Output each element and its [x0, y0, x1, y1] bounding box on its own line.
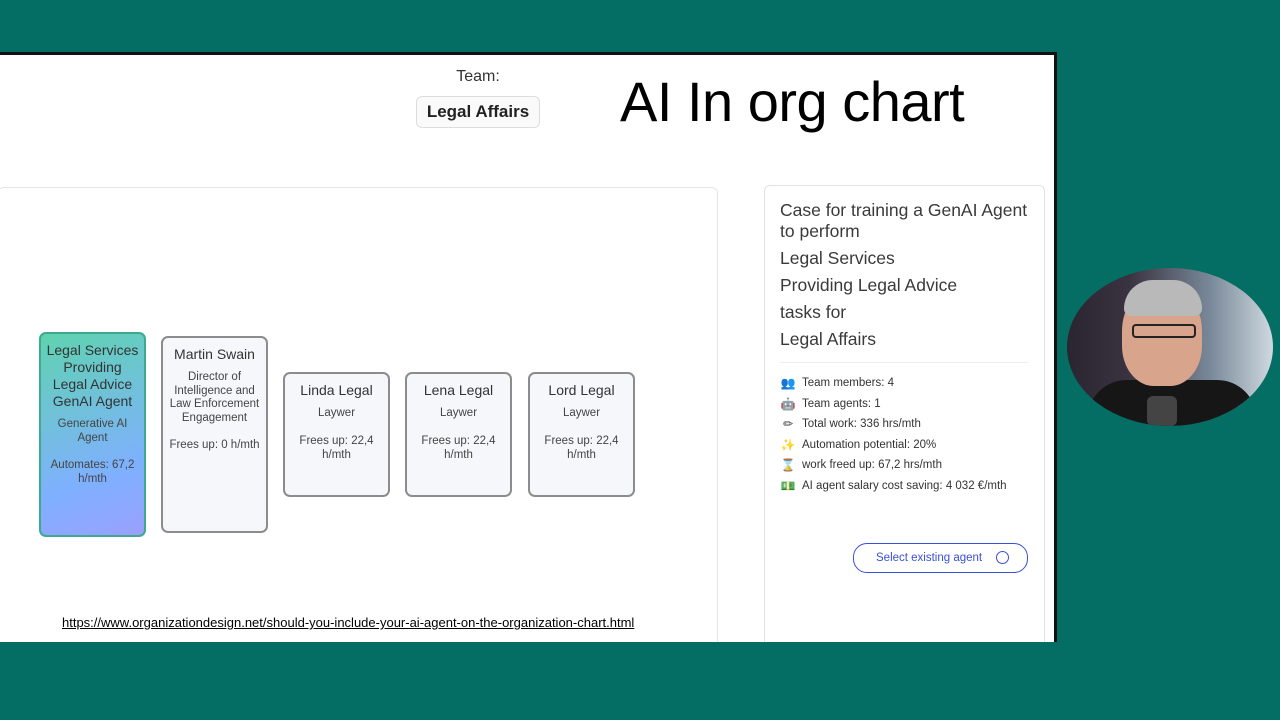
card-name: Legal Services Providing Legal Advice Ge…: [46, 342, 139, 409]
card-role: Director of Intelligence and Law Enforce…: [169, 371, 260, 424]
card-stat: Automates: 67,2 h/mth: [50, 459, 135, 485]
metric-text: Total work: 336 hrs/mth: [802, 418, 921, 431]
brain-icon: [996, 551, 1009, 564]
microphone: [1147, 396, 1177, 426]
team-members-icon: 👥: [780, 376, 796, 391]
metric-team-members: 👥 Team members: 4: [780, 373, 1044, 394]
card-stat: Frees up: 22,4 h/mth: [421, 434, 496, 461]
case-task-line: Providing Legal Advice: [780, 275, 958, 295]
card-stat: Frees up: 0 h/mth: [169, 439, 260, 451]
metric-work-freed: ⌛ work freed up: 67,2 hrs/mth: [780, 455, 1044, 476]
card-name: Linda Legal: [300, 382, 373, 398]
card-stat: Frees up: 22,4 h/mth: [299, 434, 374, 461]
money-icon: 💵: [780, 478, 796, 493]
sparkle-icon: ✨: [780, 437, 796, 452]
metric-automation-potential: ✨ Automation potential: 20%: [780, 435, 1044, 456]
divider: [780, 362, 1028, 363]
card-role: Laywer: [317, 407, 356, 419]
card-role: Laywer: [439, 407, 478, 419]
metric-total-work: ✏ Total work: 336 hrs/mth: [780, 414, 1044, 435]
agent-case-panel: Case for training a GenAI Agent to perfo…: [764, 185, 1045, 642]
org-card-genai-agent[interactable]: Legal Services Providing Legal Advice Ge…: [39, 332, 146, 537]
team-selector[interactable]: Legal Affairs: [416, 96, 540, 128]
metric-text: work freed up: 67,2 hrs/mth: [802, 459, 942, 472]
metric-text: Team agents: 1: [802, 397, 881, 410]
pencil-icon: ✏: [782, 417, 794, 432]
card-name: Lord Legal: [548, 382, 615, 398]
case-task-line: Legal Services: [780, 248, 895, 268]
case-team-line: Legal Affairs: [780, 329, 876, 349]
card-stat: Frees up: 22,4 h/mth: [544, 434, 619, 461]
presentation-slide: Team: Legal Affairs AI In org chart Lega…: [0, 52, 1057, 642]
presenter-webcam: [1067, 268, 1273, 426]
org-card-martin-swain[interactable]: Martin Swain Director of Intelligence an…: [161, 336, 268, 533]
case-task-line: tasks for: [780, 302, 847, 322]
select-existing-agent-button[interactable]: Select existing agent: [853, 543, 1028, 573]
presenter-glasses: [1132, 324, 1196, 338]
case-heading: Case for training a GenAI Agent to perfo…: [780, 200, 1028, 241]
card-role: Generative AI Agent: [57, 418, 128, 444]
metric-cost-saving: 💵 AI agent salary cost saving: 4 032 €/m…: [780, 476, 1044, 497]
metric-text: Automation potential: 20%: [802, 438, 937, 451]
org-card-linda-legal[interactable]: Linda Legal Laywer Frees up: 22,4 h/mth: [283, 372, 390, 497]
presenter-hair: [1124, 280, 1202, 316]
card-name: Martin Swain: [174, 346, 255, 362]
robot-icon: 🤖: [780, 396, 796, 411]
metric-text: AI agent salary cost saving: 4 032 €/mth: [802, 479, 1007, 492]
org-card-lord-legal[interactable]: Lord Legal Laywer Frees up: 22,4 h/mth: [528, 372, 635, 497]
button-label: Select existing agent: [876, 552, 983, 564]
metric-team-agents: 🤖 Team agents: 1: [780, 394, 1044, 415]
source-link[interactable]: https://www.organizationdesign.net/shoul…: [62, 615, 634, 630]
org-chart-panel: Legal Services Providing Legal Advice Ge…: [0, 187, 718, 642]
card-name: Lena Legal: [423, 382, 494, 398]
slide-title: AI In org chart: [620, 70, 965, 133]
card-role: Laywer: [562, 407, 601, 419]
hourglass-icon: ⌛: [780, 458, 796, 473]
org-card-lena-legal[interactable]: Lena Legal Laywer Frees up: 22,4 h/mth: [405, 372, 512, 497]
metric-text: Team members: 4: [802, 377, 895, 390]
team-label: Team:: [456, 68, 500, 85]
